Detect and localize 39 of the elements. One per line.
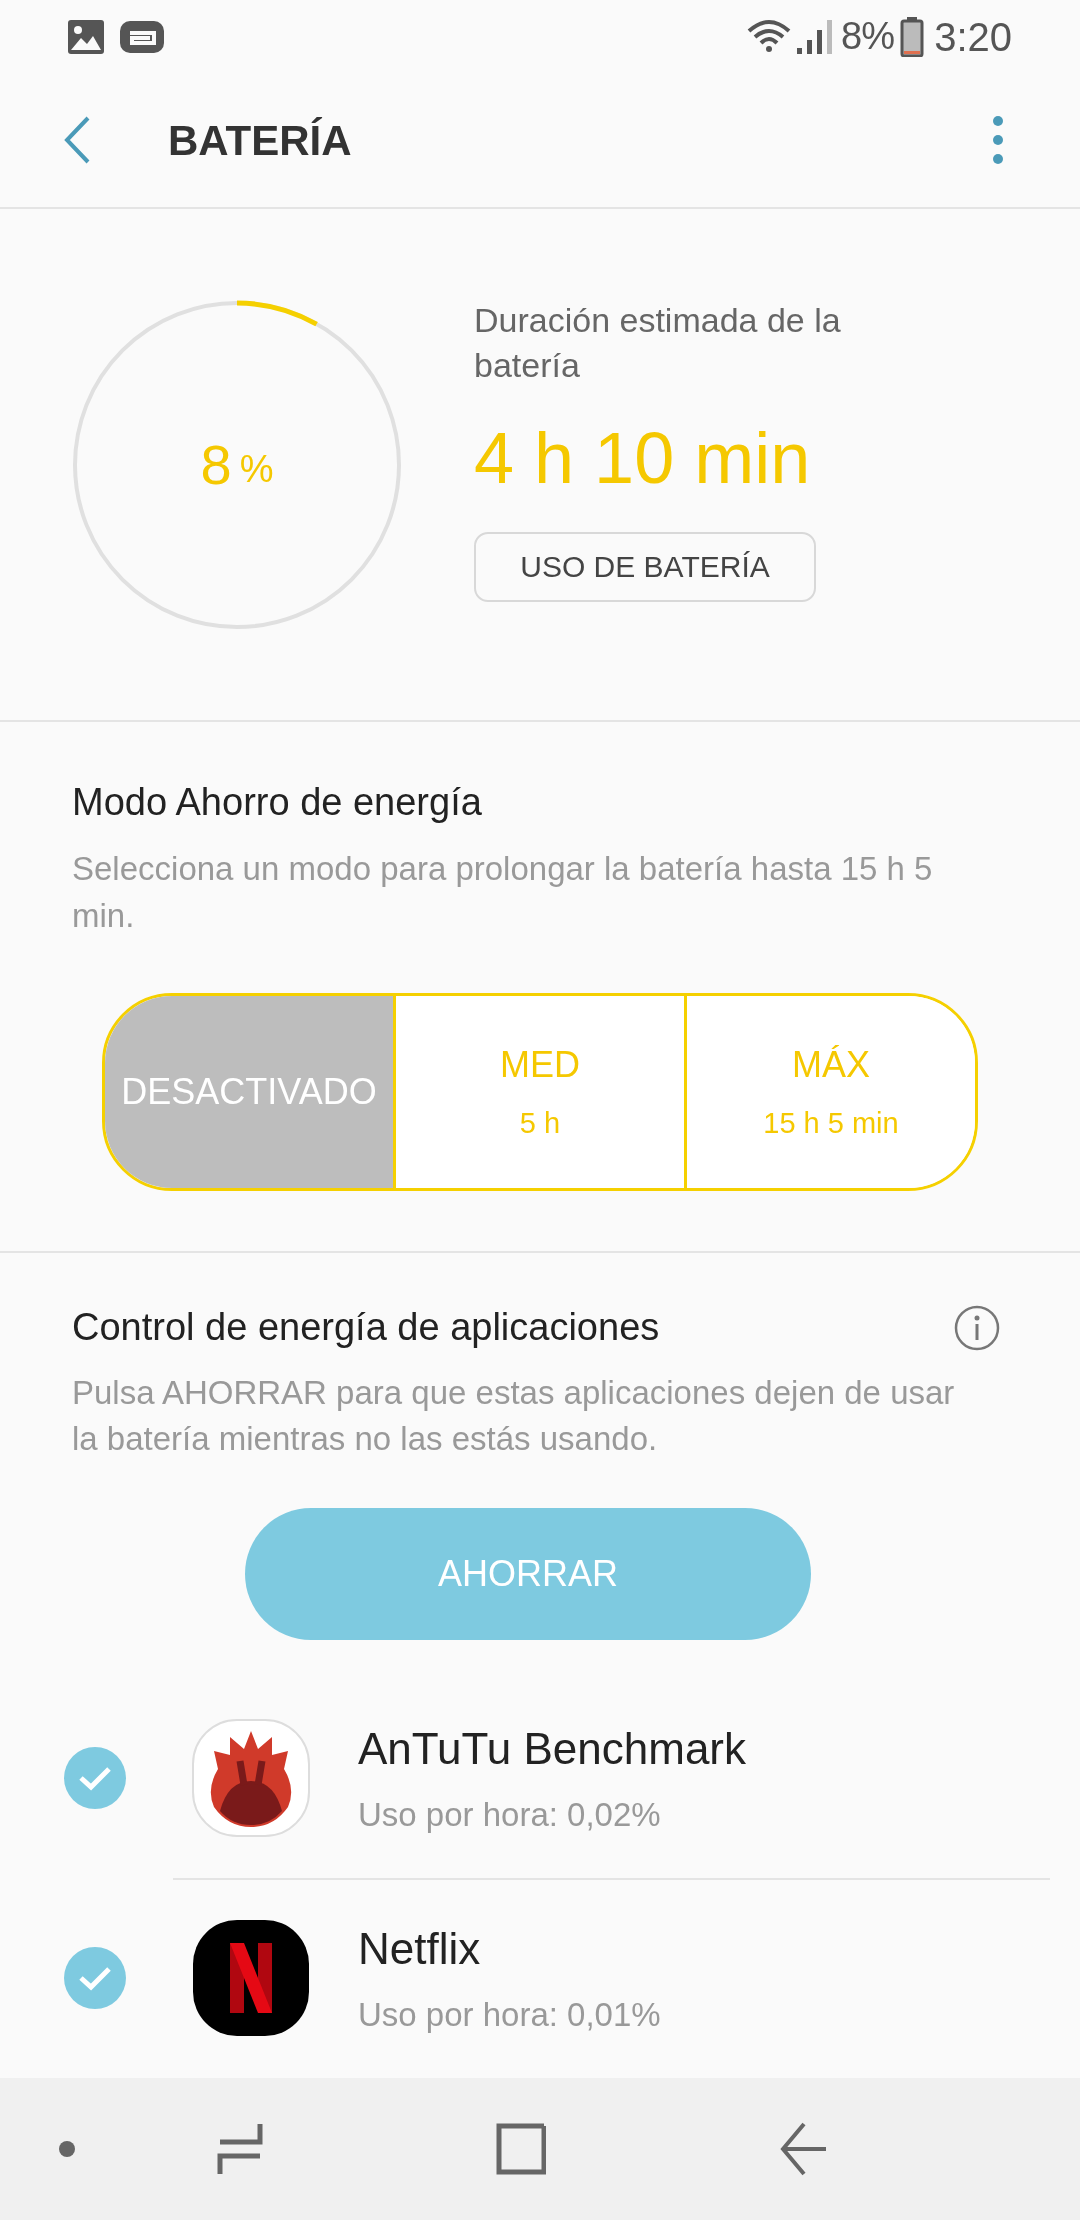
flame-app-icon [192,1719,310,1838]
image-icon [68,19,104,54]
wifi-icon [747,18,792,55]
mode-duration: 15 h 5 min [763,1106,899,1142]
page-title: BATERÍA [168,115,352,166]
mode-segment[interactable]: MED 5 h [393,995,684,1188]
home-button[interactable] [496,2123,546,2176]
mode-label: MÁX [792,1043,870,1088]
estimated-time: 4 h 10 min [474,416,811,500]
dot-icon [58,2140,76,2159]
section-title: Modo Ahorro de energía [72,779,483,825]
app-name: AnTuTu Benchmark [358,1723,746,1776]
check-icon [78,1765,112,1792]
section-description: Selecciona un modo para prolongar la batería hasta 15 h 5 min. [72,848,934,936]
save-button[interactable]: AHORRAR [245,1508,811,1641]
estimate-label: Duración estimada de la batería [474,299,842,386]
check-icon [78,1965,112,1992]
battery-percent: 8 [200,431,232,498]
mode-label: MED [500,1043,580,1088]
clock-time: 3:20 [934,13,1012,61]
recent-apps-button[interactable] [216,2122,264,2177]
info-button[interactable] [954,1304,1000,1351]
mode-segment[interactable]: MÁX 15 h 5 min [684,995,975,1188]
mode-duration: 5 h [519,1106,561,1142]
section-title: Control de energía de aplicaciones [72,1305,660,1351]
signal-icon [797,19,834,54]
mode-segment[interactable]: DESACTIVADO [105,995,393,1188]
mode-label: DESACTIVADO [121,1069,377,1114]
app-usage: Uso por hora: 0,02% [358,1795,662,1836]
back-nav-button[interactable] [780,2122,828,2177]
battery-icon [900,16,925,57]
app-usage: Uso por hora: 0,01% [358,1995,661,2036]
battery-usage-button[interactable]: USO DE BATERÍA [474,531,816,602]
app-name: Netflix [358,1923,482,1976]
percent-sign: % [239,447,274,493]
section-description: Pulsa AHORRAR para que estas aplicaciones dejen de usar la batería mientras no las estás usando. [72,1373,956,1460]
game-icon [120,20,164,53]
battery-percent: 8% [841,14,895,60]
letter-app-icon [192,1919,310,2038]
